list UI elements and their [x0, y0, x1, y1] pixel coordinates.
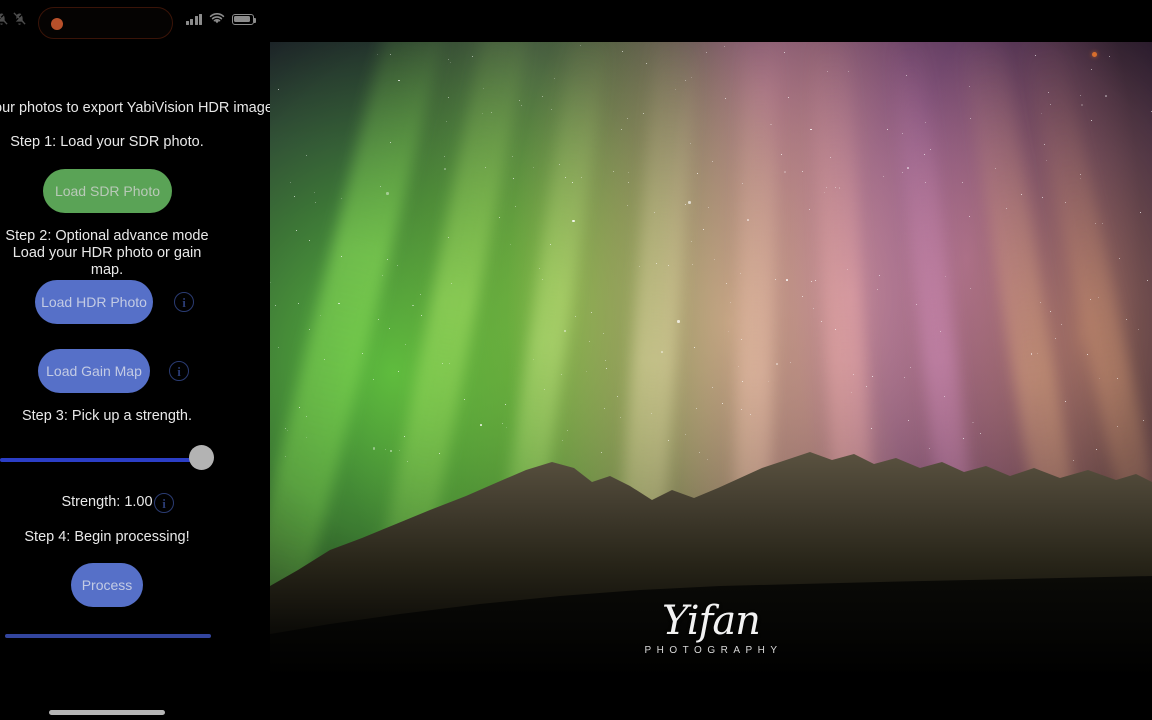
info-circle-icon-gain-map[interactable]: i — [169, 361, 189, 381]
battery-icon — [232, 13, 256, 25]
photo-preview[interactable]: Yifan PHOTOGRAPHY — [270, 42, 1152, 678]
recording-dot-icon — [51, 18, 63, 30]
load-sdr-photo-button[interactable]: Load SDR Photo — [43, 169, 172, 213]
bell-slash-icon-2 — [13, 12, 26, 25]
step2-label-line1: Step 2: Optional advance mode — [5, 228, 209, 244]
dynamic-island[interactable] — [38, 7, 173, 39]
step1-label: Step 1: Load your SDR photo. — [10, 134, 204, 150]
process-button[interactable]: Process — [71, 563, 143, 607]
mountain-silhouette — [270, 438, 1152, 678]
step4-label: Step 4: Begin processing! — [24, 529, 190, 545]
strength-slider-thumb[interactable] — [189, 445, 214, 470]
status-bar-right-icons — [185, 13, 256, 25]
step3-label: Step 3: Pick up a strength. — [21, 408, 193, 424]
info-circle-icon-hdr[interactable]: i — [174, 292, 194, 312]
intro-text: our photos to export YabiVision HDR imag… — [0, 100, 285, 116]
strength-slider-track[interactable] — [0, 458, 205, 462]
home-indicator[interactable] — [49, 710, 165, 715]
load-gain-map-button[interactable]: Load Gain Map — [38, 349, 150, 393]
status-bar — [0, 0, 270, 46]
step2-label-line2: Load your HDR photo or gain map. — [12, 245, 202, 278]
control-panel: our photos to export YabiVision HDR imag… — [0, 46, 285, 720]
load-hdr-photo-button[interactable]: Load HDR Photo — [35, 280, 153, 324]
info-circle-icon-strength[interactable]: i — [154, 493, 174, 513]
bell-slash-icon — [0, 13, 8, 25]
strength-slider[interactable] — [0, 445, 214, 475]
strength-value-row: Strength: 1.00 — [0, 493, 214, 511]
strength-value-label: Strength: 1.00 — [61, 494, 153, 510]
wifi-icon — [209, 13, 225, 24]
cellular-bars-icon — [185, 13, 202, 25]
progress-bar — [5, 634, 211, 638]
app-root: our photos to export YabiVision HDR imag… — [0, 0, 1152, 720]
status-bar-left-icons — [0, 11, 27, 26]
